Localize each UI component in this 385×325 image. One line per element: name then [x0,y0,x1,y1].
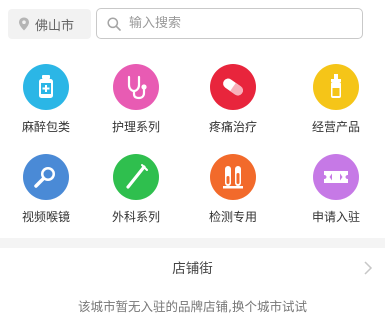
stethoscope-icon [113,64,159,110]
category-label: 检测专用 [208,210,257,224]
category-testing[interactable]: 检测专用 [185,154,281,234]
category-label: 申请入驻 [311,210,360,224]
location-pin-icon [19,17,29,31]
category-label: 护理系列 [111,120,160,134]
search-bar: 佛山市 [0,0,385,48]
vial-icon [313,64,359,110]
category-grid: 麻醉包类 护理系列 疼痛治疗 经营产品 视频喉镜 外科系列 检测专用 申请入驻 [0,48,385,236]
shop-street-title: 店铺街 [172,261,213,277]
category-label: 麻醉包类 [21,120,70,134]
category-surgery[interactable]: 外科系列 [88,154,184,234]
section-divider [0,238,385,248]
search-icon [107,16,121,31]
medicine-bottle-icon [23,64,69,110]
ticket-icon [313,154,359,200]
search-box[interactable] [96,8,363,39]
category-anesthesia-kit[interactable]: 麻醉包类 [0,64,94,144]
city-label: 佛山市 [35,18,75,34]
pill-capsule-icon [210,64,256,110]
category-label: 视频喉镜 [21,210,70,224]
category-products[interactable]: 经营产品 [288,64,384,144]
category-label: 经营产品 [311,120,360,134]
category-nursing[interactable]: 护理系列 [88,64,184,144]
search-input[interactable] [129,16,329,31]
city-selector[interactable]: 佛山市 [8,9,91,39]
test-tubes-icon [210,154,256,200]
category-video-laryngoscope[interactable]: 视频喉镜 [0,154,94,234]
syringe-icon [113,154,159,200]
shop-street-empty-message: 该城市暂无入驻的品牌店铺,换个城市试试 [78,299,307,314]
category-label: 外科系列 [111,210,160,224]
chevron-right-icon[interactable] [363,261,373,275]
category-label: 疼痛治疗 [208,120,257,134]
category-pain-treatment[interactable]: 疼痛治疗 [185,64,281,144]
magnifier-icon [23,154,69,200]
category-apply-join[interactable]: 申请入驻 [288,154,384,234]
